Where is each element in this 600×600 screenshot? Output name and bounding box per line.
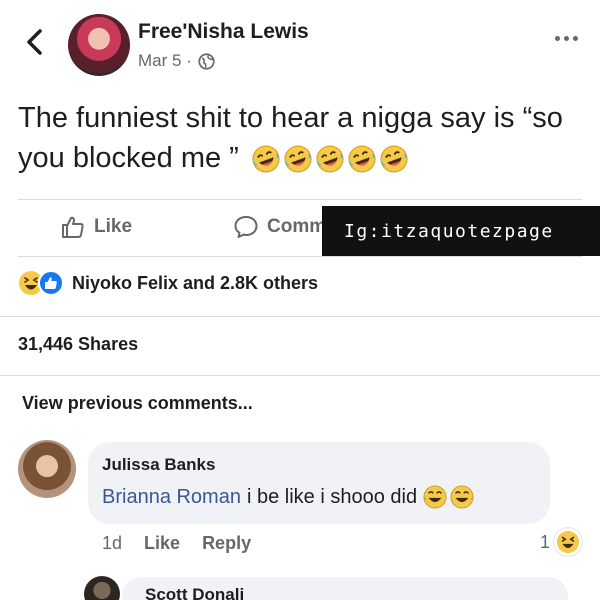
comment-button[interactable]: Comm	[233, 214, 326, 240]
rofl-emoji-icon	[316, 145, 344, 173]
rofl-emoji-icon	[252, 145, 280, 173]
reaction-icons	[18, 270, 64, 296]
mention-link[interactable]: Brianna Roman	[102, 486, 241, 509]
comment-body: i be like i shooo did	[246, 485, 418, 508]
next-comment-author[interactable]: Scott Donali	[145, 585, 244, 600]
commenter-avatar[interactable]	[18, 440, 76, 498]
like-label: Like	[94, 216, 133, 237]
globe-icon	[198, 52, 215, 70]
post-date[interactable]: Mar 5 ·	[138, 51, 192, 71]
shares-count[interactable]: 31,446 Shares	[18, 334, 138, 355]
like-reaction-icon	[38, 270, 64, 296]
more-dots-icon[interactable]	[555, 36, 578, 41]
haha-emoji-icon	[554, 528, 583, 556]
thumbs-up-icon	[62, 216, 84, 238]
view-previous-comments[interactable]: View previous comments...	[22, 393, 253, 414]
author-avatar[interactable]	[68, 14, 130, 76]
comment-reply-button[interactable]: Reply	[202, 533, 251, 554]
watermark: Ig:itzaquotezpage	[322, 206, 600, 256]
back-chevron-icon[interactable]	[22, 26, 48, 58]
like-button[interactable]: Like	[60, 214, 132, 240]
author-name[interactable]: Free'Nisha Lewis	[138, 20, 309, 44]
laughing-emoji-icon	[423, 485, 447, 509]
reaction-count-value: 1	[540, 531, 551, 552]
rofl-emoji-icon	[348, 145, 376, 173]
rofl-emoji-icon	[380, 145, 408, 173]
comment-footer: 1d Like Reply	[102, 533, 251, 554]
comment-like-button[interactable]: Like	[144, 533, 180, 554]
laughing-emoji-icon	[450, 485, 474, 509]
reactions-label: Niyoko Felix and 2.8K others	[72, 272, 319, 293]
comment-text: Brianna Roman i be like i shooo did	[102, 485, 474, 509]
rofl-emoji-icon	[284, 145, 312, 173]
divider	[0, 316, 600, 317]
divider	[0, 375, 600, 376]
next-commenter-avatar[interactable]	[84, 576, 120, 600]
divider	[18, 256, 582, 257]
divider	[18, 199, 582, 200]
comment-author[interactable]: Julissa Banks	[102, 455, 215, 475]
post-meta: Mar 5 ·	[138, 51, 215, 71]
comment-reaction-count[interactable]: 1	[540, 528, 583, 556]
emoji-row	[251, 144, 409, 174]
post-text: The funniest shit to hear a nigga say is…	[18, 98, 588, 178]
reactions-summary[interactable]: Niyoko Felix and 2.8K others	[18, 270, 318, 296]
comment-bubble-icon	[234, 216, 258, 238]
comment-label: Comm	[267, 216, 327, 237]
comment-time: 1d	[102, 533, 123, 553]
